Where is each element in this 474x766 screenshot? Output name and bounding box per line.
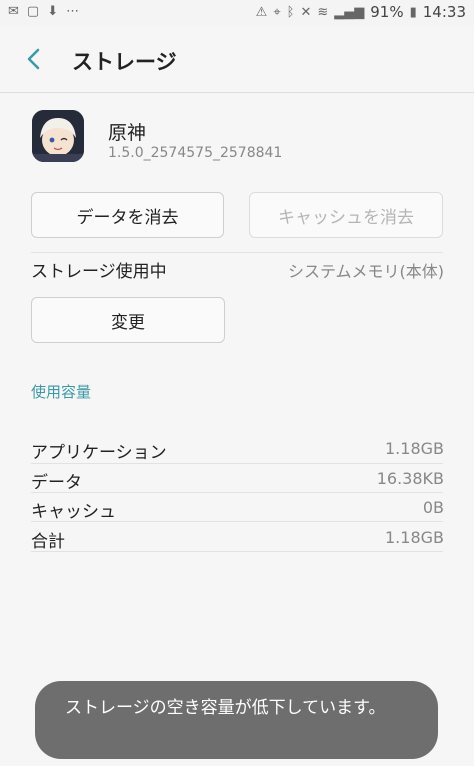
storage-used-label: ストレージ使用中 (31, 262, 167, 282)
status-bar: ✉ ▢ ⬇ ⋯ ⚠ ⌖ ᛒ ✕ ≋ ▂▄▆ 91% ▮ 14:33 (0, 0, 474, 26)
mail-icon: ✉ (8, 4, 19, 19)
row-divider (31, 492, 443, 493)
usage-row-label: アプリケーション (31, 443, 167, 463)
divider (31, 252, 443, 253)
battery-icon: ▮ (409, 4, 417, 20)
download-icon: ⬇ (47, 4, 59, 19)
chevron-left-icon (27, 48, 40, 70)
wifi-icon: ≋ (317, 4, 329, 20)
app-icon (32, 110, 84, 162)
bluetooth-icon: ᛒ (286, 4, 295, 20)
signal-icon: ▂▄▆ (334, 4, 365, 20)
status-bar-right: ⚠ ⌖ ᛒ ✕ ≋ ▂▄▆ 91% ▮ 14:33 (256, 3, 466, 21)
usage-row-label: データ (31, 473, 82, 493)
change-storage-button[interactable]: 変更 (31, 297, 225, 343)
back-button[interactable] (20, 44, 50, 74)
page-title: ストレージ (72, 50, 177, 74)
clear-data-button[interactable]: データを消去 (31, 192, 224, 238)
location-icon: ⌖ (273, 4, 281, 20)
mute-icon: ✕ (300, 4, 312, 20)
usage-row-label: 合計 (31, 532, 65, 552)
clock: 14:33 (422, 3, 466, 21)
genshin-app-icon (32, 110, 84, 162)
status-bar-left: ✉ ▢ ⬇ ⋯ (8, 4, 79, 19)
usage-row-value: 0B (422, 498, 444, 517)
row-divider (31, 521, 443, 522)
app-version: 1.5.0_2574575_2578841 (108, 145, 283, 161)
usage-row-value: 1.18GB (385, 439, 444, 458)
row-divider (31, 463, 443, 464)
usage-row-label: キャッシュ (31, 502, 116, 522)
row-divider (31, 551, 443, 552)
app-bar: ストレージ (0, 26, 474, 92)
usage-row-value: 16.38KB (376, 469, 444, 488)
alert-icon: ⚠ (255, 4, 268, 20)
header-divider (0, 92, 474, 93)
usage-row-value: 1.18GB (385, 528, 444, 547)
storage-used-value: システムメモリ(本体) (287, 262, 444, 281)
more-icon: ⋯ (66, 4, 80, 19)
app-name: 原神 (108, 122, 147, 144)
clear-cache-button[interactable]: キャッシュを消去 (249, 192, 443, 238)
toast-message: ストレージの空き容量が低下しています。 (35, 681, 438, 759)
usage-section-title: 使用容量 (31, 383, 92, 401)
line-icon: ▢ (26, 4, 40, 19)
battery-percent: 91% (370, 3, 404, 21)
